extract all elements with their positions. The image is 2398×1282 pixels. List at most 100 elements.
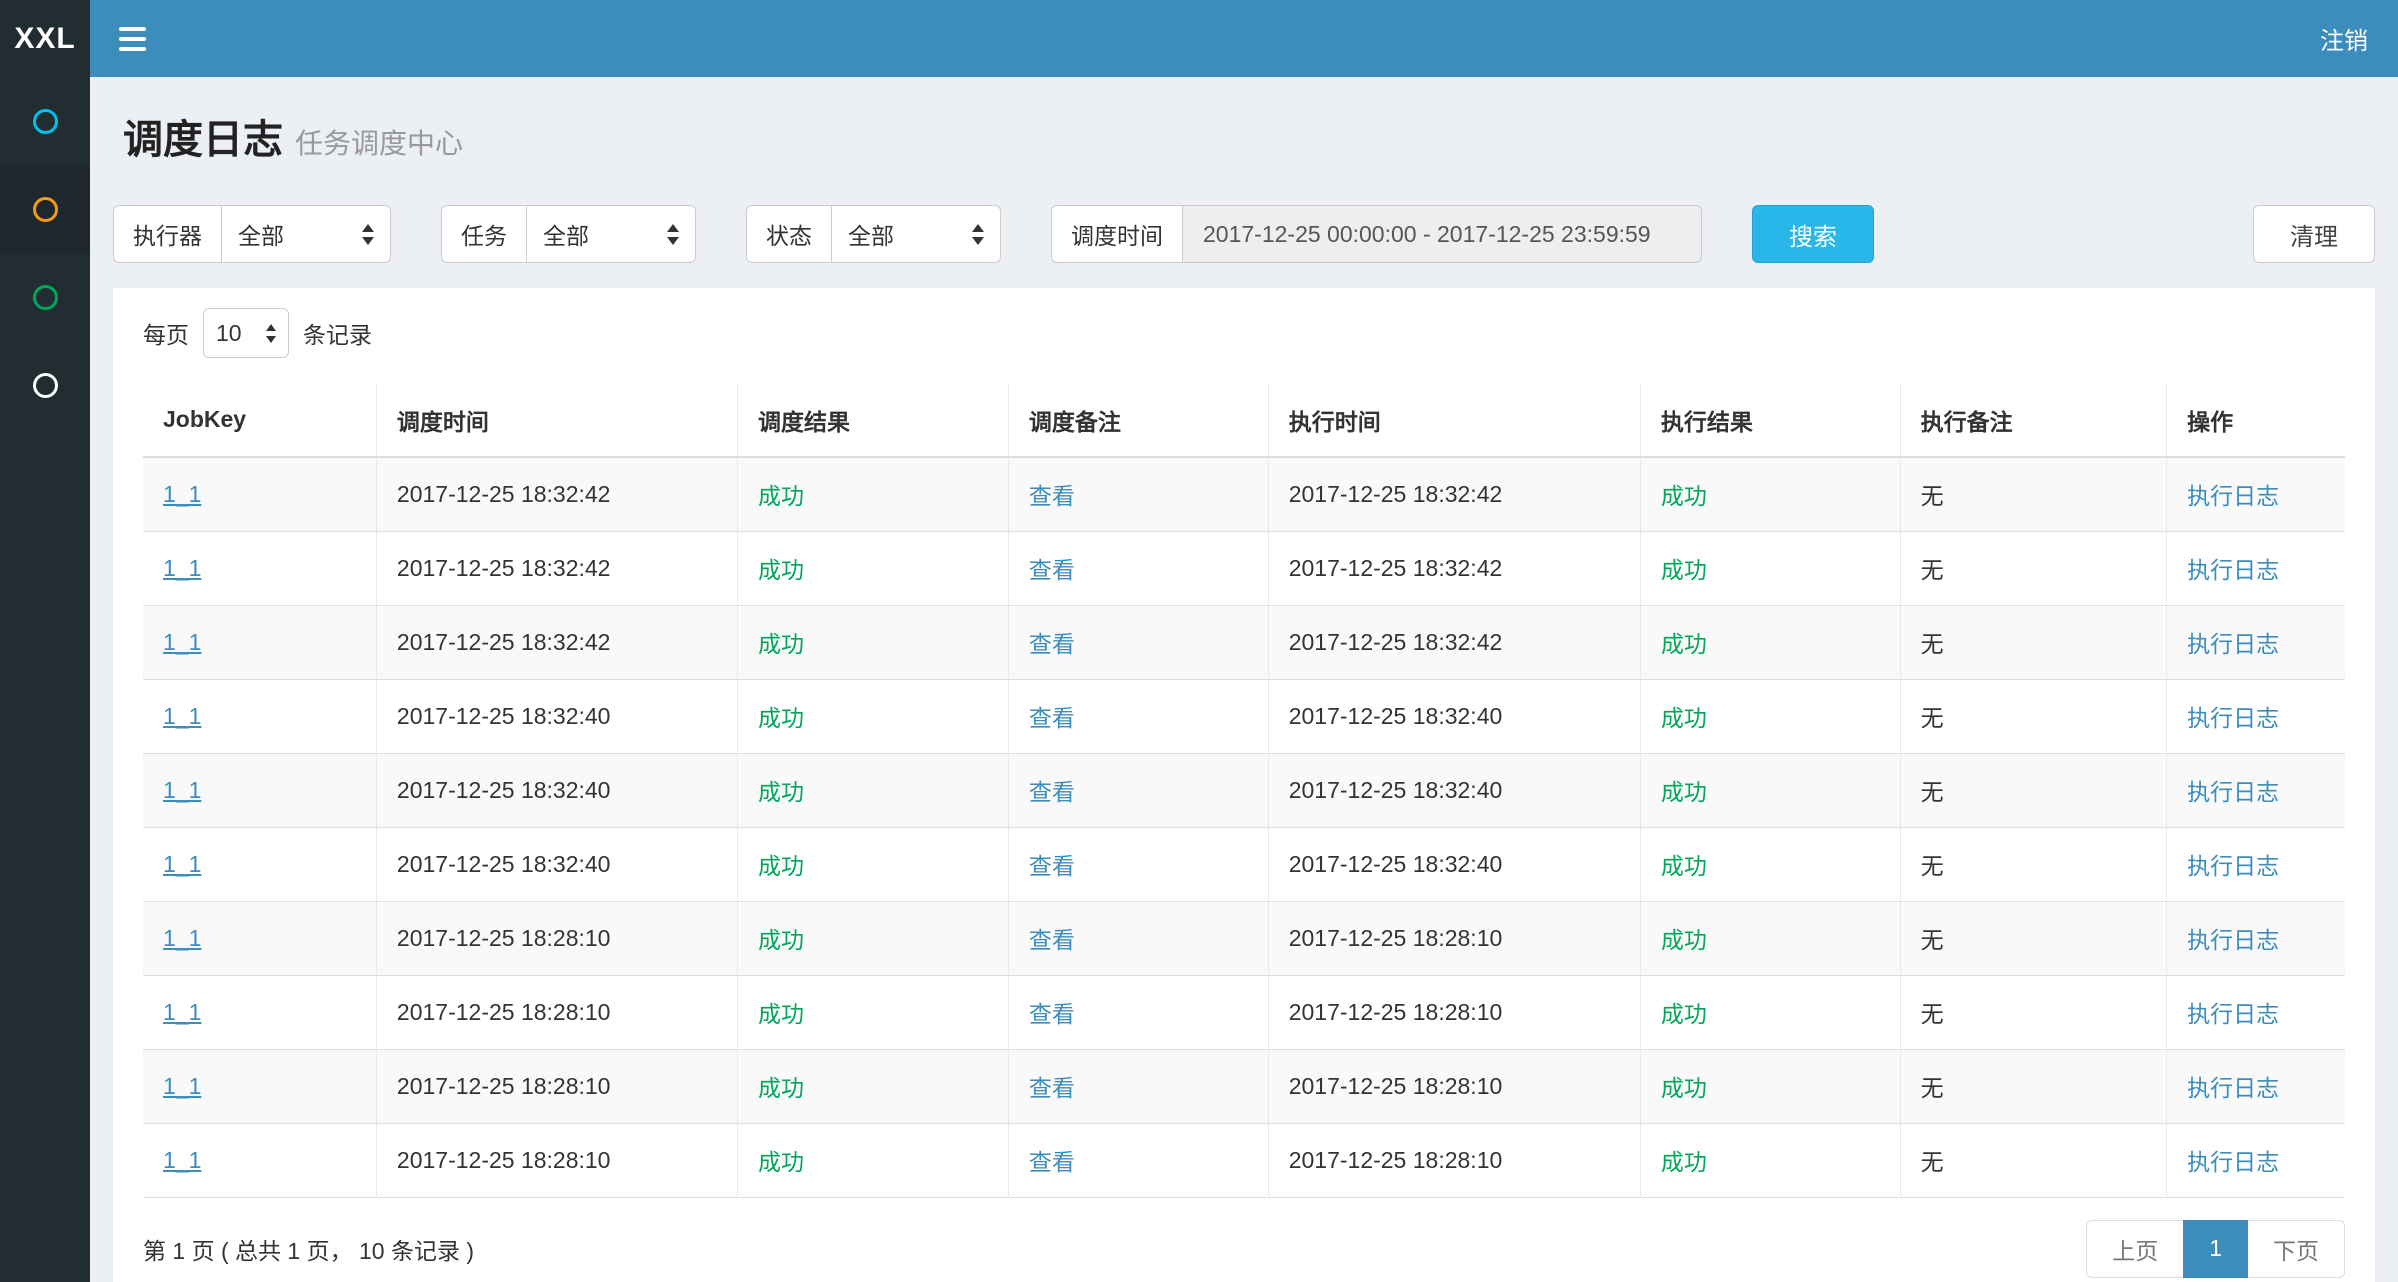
sidebar-item-1[interactable] <box>0 77 90 165</box>
trigger-msg-link-cell: 查看 <box>1008 457 1268 531</box>
search-button[interactable]: 搜索 <box>1752 205 1874 263</box>
job-key-link[interactable]: 1_1 <box>163 925 201 951</box>
table-row: 1_12017-12-25 18:28:10成功查看2017-12-25 18:… <box>143 975 2345 1049</box>
job-select[interactable]: 全部 <box>526 205 696 263</box>
handle-result-cell: 成功 <box>1640 975 1900 1049</box>
sidebar-item-2[interactable] <box>0 165 90 253</box>
handle-time-cell: 2017-12-25 18:32:40 <box>1268 827 1640 901</box>
job-key-link[interactable]: 1_1 <box>163 1147 201 1173</box>
execute-log-link[interactable]: 执行日志 <box>2187 853 2279 879</box>
header-trigger-result: 调度结果 <box>738 383 1009 457</box>
handle-result-cell: 成功 <box>1640 1049 1900 1123</box>
handle-result-cell: 成功 <box>1640 753 1900 827</box>
trigger-time-cell: 2017-12-25 18:28:10 <box>376 975 737 1049</box>
header-action: 操作 <box>2167 383 2345 457</box>
table-header-row: JobKey 调度时间 调度结果 调度备注 执行时间 执行结果 执行备注 操作 <box>143 383 2345 457</box>
page-size-select[interactable]: 10 <box>203 308 289 358</box>
trigger-time-filter-label: 调度时间 <box>1051 205 1182 263</box>
filter-bar: 执行器 全部 任务 全部 状态 全部 <box>113 205 2375 263</box>
trigger-time-range-input[interactable] <box>1182 205 1702 263</box>
table-row: 1_12017-12-25 18:32:42成功查看2017-12-25 18:… <box>143 457 2345 531</box>
circle-outline-icon <box>33 373 58 398</box>
execute-log-link-cell: 执行日志 <box>2167 975 2345 1049</box>
trigger-time-cell: 2017-12-25 18:32:40 <box>376 827 737 901</box>
trigger-msg-link-cell: 查看 <box>1008 901 1268 975</box>
execute-log-link[interactable]: 执行日志 <box>2187 1075 2279 1101</box>
job-key-link[interactable]: 1_1 <box>163 1073 201 1099</box>
trigger-msg-link-cell: 查看 <box>1008 679 1268 753</box>
execute-log-link-cell: 执行日志 <box>2167 753 2345 827</box>
sidebar-item-3[interactable] <box>0 253 90 341</box>
trigger-msg-link[interactable]: 查看 <box>1029 779 1075 805</box>
execute-log-link[interactable]: 执行日志 <box>2187 557 2279 583</box>
sidebar-item-4[interactable] <box>0 341 90 429</box>
execute-log-link-cell: 执行日志 <box>2167 457 2345 531</box>
table-footer: 第 1 页 ( 总共 1 页， 10 条记录 ) 上页 1 下页 <box>143 1220 2345 1278</box>
trigger-result-cell: 成功 <box>738 531 1009 605</box>
executor-select[interactable]: 全部 <box>221 205 391 263</box>
trigger-msg-link[interactable]: 查看 <box>1029 705 1075 731</box>
logout-link[interactable]: 注销 <box>2290 0 2398 77</box>
job-key-link[interactable]: 1_1 <box>163 999 201 1025</box>
next-page-button[interactable]: 下页 <box>2247 1220 2345 1278</box>
executor-filter-label: 执行器 <box>113 205 221 263</box>
handle-time-cell: 2017-12-25 18:32:42 <box>1268 457 1640 531</box>
page-size-prefix-label: 每页 <box>143 316 189 350</box>
log-box: 每页 10 条记录 JobKey 调度时间 调度结果 调度备 <box>113 288 2375 1282</box>
execute-log-link-cell: 执行日志 <box>2167 1049 2345 1123</box>
job-key-link-cell: 1_1 <box>143 531 376 605</box>
header-trigger-time: 调度时间 <box>376 383 737 457</box>
top-navbar: XXL 注销 <box>0 0 2398 77</box>
pagination-summary: 第 1 页 ( 总共 1 页， 10 条记录 ) <box>143 1232 474 1266</box>
current-page-button[interactable]: 1 <box>2183 1220 2248 1278</box>
trigger-msg-link[interactable]: 查看 <box>1029 1001 1075 1027</box>
clear-button[interactable]: 清理 <box>2253 205 2375 263</box>
execute-log-link[interactable]: 执行日志 <box>2187 1001 2279 1027</box>
page-header: 调度日志任务调度中心 <box>113 77 2375 165</box>
header-handle-result: 执行结果 <box>1640 383 1900 457</box>
execute-log-link-cell: 执行日志 <box>2167 531 2345 605</box>
trigger-msg-link[interactable]: 查看 <box>1029 631 1075 657</box>
trigger-result-cell: 成功 <box>738 457 1009 531</box>
job-key-link-cell: 1_1 <box>143 605 376 679</box>
execute-log-link[interactable]: 执行日志 <box>2187 705 2279 731</box>
job-key-link[interactable]: 1_1 <box>163 629 201 655</box>
execute-log-link[interactable]: 执行日志 <box>2187 779 2279 805</box>
handle-msg-cell: 无 <box>1900 753 2166 827</box>
table-row: 1_12017-12-25 18:32:42成功查看2017-12-25 18:… <box>143 605 2345 679</box>
trigger-msg-link-cell: 查看 <box>1008 605 1268 679</box>
handle-time-cell: 2017-12-25 18:32:42 <box>1268 605 1640 679</box>
circle-outline-icon <box>33 197 58 222</box>
handle-msg-cell: 无 <box>1900 1123 2166 1197</box>
status-select[interactable]: 全部 <box>831 205 1001 263</box>
trigger-msg-link[interactable]: 查看 <box>1029 927 1075 953</box>
job-key-link[interactable]: 1_1 <box>163 703 201 729</box>
circle-outline-icon <box>33 109 58 134</box>
trigger-result-cell: 成功 <box>738 753 1009 827</box>
job-key-link[interactable]: 1_1 <box>163 777 201 803</box>
execute-log-link[interactable]: 执行日志 <box>2187 631 2279 657</box>
trigger-msg-link[interactable]: 查看 <box>1029 853 1075 879</box>
table-row: 1_12017-12-25 18:32:40成功查看2017-12-25 18:… <box>143 827 2345 901</box>
trigger-time-cell: 2017-12-25 18:28:10 <box>376 1123 737 1197</box>
job-key-link[interactable]: 1_1 <box>163 481 201 507</box>
table-row: 1_12017-12-25 18:28:10成功查看2017-12-25 18:… <box>143 1123 2345 1197</box>
job-key-link[interactable]: 1_1 <box>163 555 201 581</box>
trigger-msg-link[interactable]: 查看 <box>1029 1075 1075 1101</box>
job-key-link-cell: 1_1 <box>143 975 376 1049</box>
status-filter-label: 状态 <box>746 205 831 263</box>
execute-log-link[interactable]: 执行日志 <box>2187 927 2279 953</box>
job-key-link[interactable]: 1_1 <box>163 851 201 877</box>
trigger-msg-link[interactable]: 查看 <box>1029 557 1075 583</box>
trigger-msg-link[interactable]: 查看 <box>1029 483 1075 509</box>
trigger-msg-link[interactable]: 查看 <box>1029 1149 1075 1175</box>
job-filter-label: 任务 <box>441 205 526 263</box>
execute-log-link[interactable]: 执行日志 <box>2187 1149 2279 1175</box>
trigger-time-filter: 调度时间 <box>1051 205 1702 263</box>
job-key-link-cell: 1_1 <box>143 827 376 901</box>
job-key-link-cell: 1_1 <box>143 901 376 975</box>
sidebar-toggle-button[interactable] <box>90 0 174 77</box>
execute-log-link[interactable]: 执行日志 <box>2187 483 2279 509</box>
prev-page-button[interactable]: 上页 <box>2086 1220 2184 1278</box>
handle-msg-cell: 无 <box>1900 901 2166 975</box>
